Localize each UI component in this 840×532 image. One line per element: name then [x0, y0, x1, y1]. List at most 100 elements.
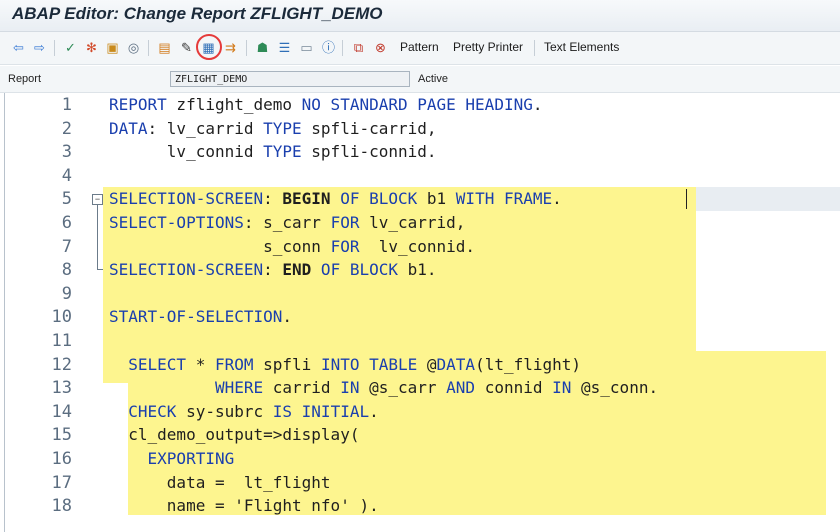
code-token: TYPE	[263, 142, 302, 162]
reset-icon[interactable]: ⊗	[372, 39, 389, 56]
code-token: data = lt_flight	[109, 472, 331, 492]
modules-icon[interactable]: ☗	[254, 39, 271, 56]
object-list-icon[interactable]: ▤	[156, 39, 173, 56]
report-label: Report	[8, 73, 42, 85]
code-token: :	[263, 260, 283, 280]
line-number: 17	[51, 472, 72, 493]
code-token: carrid	[263, 378, 341, 398]
code-editor[interactable]: − 1 REPORT zflight_demo NO STANDARD PAGE …	[0, 93, 840, 532]
code-line[interactable]: EXPORTING	[109, 447, 235, 471]
code-token: IN	[340, 378, 360, 398]
toolbar-separator	[246, 40, 247, 56]
pattern-button[interactable]: Pattern	[400, 40, 439, 54]
code-token: .	[552, 189, 562, 209]
code-line[interactable]: cl_demo_output=>display(	[109, 423, 359, 447]
code-token: BEGIN	[282, 189, 331, 209]
code-token: TYPE	[263, 118, 302, 138]
forward-icon[interactable]: ⇨	[31, 39, 48, 56]
code-token: (lt_flight)	[475, 354, 582, 374]
toolbar-separator	[148, 40, 149, 56]
code-line[interactable]: data = lt_flight	[109, 471, 331, 495]
code-line[interactable]: CHECK sy-subrc IS INITIAL.	[109, 400, 379, 424]
code-token: cl_demo_output=>display(	[109, 425, 360, 445]
report-status: Active	[418, 73, 448, 85]
code-token: SELECTION-SCREEN	[109, 260, 264, 280]
code-token: WITH FRAME	[455, 189, 553, 209]
application-toolbar: ⇦ ⇨ ✓ ✻ ▣ ◎ ▤ ✎ ▦ ⇉ ☗ ☰ ▭ ⓘ ⧉ ⊗ Pattern …	[0, 32, 840, 65]
line-number: 1	[61, 95, 72, 115]
code-token: lv_connid	[109, 142, 264, 162]
code-token: FOR	[330, 236, 360, 256]
code-line[interactable]: WHERE carrid IN @s_carr AND connid IN @s…	[109, 376, 658, 400]
code-token: SELECT	[109, 354, 187, 374]
check-icon[interactable]: ✓	[62, 39, 79, 56]
code-line[interactable]: SELECT * FROM spfli INTO TABLE @DATA(lt_…	[109, 353, 581, 377]
code-token: s_conn	[109, 236, 331, 256]
collapse-icon[interactable]: −	[92, 194, 103, 205]
code-line[interactable]: DATA: lv_carrid TYPE spfli-carrid,	[109, 117, 437, 141]
test-icon[interactable]: ▣	[104, 39, 121, 56]
code-token: name = 'Flight nfo' ).	[109, 496, 379, 516]
line-number: 12	[51, 354, 72, 375]
code-token: .	[282, 307, 293, 327]
activate-icon[interactable]: ✻	[83, 39, 100, 56]
line-number: 16	[51, 449, 72, 469]
code-line[interactable]: lv_connid TYPE spfli-connid.	[109, 140, 437, 164]
gutter-border	[4, 93, 5, 532]
code-line[interactable]: s_conn FOR lv_connid.	[109, 235, 475, 259]
report-header: Report ZFLIGHT_DEMO Active	[0, 66, 840, 93]
code-line[interactable]: name = 'Flight nfo' ).	[109, 494, 379, 518]
code-token: b1.	[398, 260, 437, 280]
back-icon[interactable]: ⇦	[10, 39, 27, 56]
insert-icon[interactable]: ⧉	[350, 39, 367, 56]
code-token: DATA	[109, 118, 148, 138]
line-number: 11	[51, 331, 72, 351]
fold-guide	[97, 205, 98, 269]
where-used-icon[interactable]: ◎	[125, 39, 142, 56]
pretty-printer-button[interactable]: Pretty Printer	[453, 40, 523, 54]
line-number: 14	[51, 401, 72, 422]
title-bar: ABAP Editor: Change Report ZFLIGHT_DEMO	[0, 0, 840, 32]
code-token: : lv_carrid	[147, 118, 264, 138]
frame-icon[interactable]: ▭	[298, 39, 315, 56]
code-line[interactable]: SELECT-OPTIONS: s_carr FOR lv_carrid,	[109, 211, 465, 235]
code-line[interactable]: REPORT zflight_demo NO STANDARD PAGE HEA…	[109, 93, 542, 117]
code-token: spfli-connid.	[301, 142, 437, 162]
code-token: SELECT-OPTIONS	[109, 213, 244, 232]
code-token: lv_carrid,	[359, 213, 466, 232]
code-token: : s_carr	[243, 213, 331, 232]
report-name-field[interactable]: ZFLIGHT_DEMO	[170, 71, 410, 87]
code-line[interactable]: SELECTION-SCREEN: BEGIN OF BLOCK b1 WITH…	[109, 187, 562, 211]
code-token: DATA	[436, 354, 476, 374]
info-icon[interactable]: ⓘ	[320, 39, 337, 56]
code-token: START-OF-SELECTION	[109, 307, 283, 327]
code-token: @s_conn.	[571, 378, 659, 398]
code-token: OF BLOCK	[330, 189, 418, 209]
code-token: sy-subrc	[176, 401, 273, 421]
text-elements-button[interactable]: Text Elements	[544, 40, 619, 54]
fold-guide-end	[97, 269, 103, 270]
code-token: b1	[417, 189, 456, 209]
code-line[interactable]: START-OF-SELECTION.	[109, 305, 292, 329]
line-number: 8	[61, 260, 72, 281]
code-token: @	[417, 354, 437, 374]
code-token: CHECK	[109, 401, 177, 421]
code-token: .	[369, 401, 379, 421]
code-line[interactable]: SELECTION-SCREEN: END OF BLOCK b1.	[109, 258, 437, 282]
highlight-circle-annotation	[196, 34, 222, 60]
line-number: 3	[61, 142, 72, 163]
code-token: @s_carr	[359, 378, 447, 398]
code-token: EXPORTING	[109, 449, 235, 468]
line-number: 10	[51, 307, 72, 328]
align-icon[interactable]: ☰	[276, 39, 293, 56]
code-token: lv_connid.	[359, 236, 476, 256]
code-token: AND	[446, 378, 476, 398]
code-token: FROM	[214, 354, 254, 374]
code-token: INTO TABLE	[320, 354, 418, 374]
line-number: 6	[61, 213, 72, 233]
code-token: spfli-carrid,	[301, 118, 437, 138]
code-token: connid	[475, 378, 553, 398]
toolbar-separator	[342, 40, 343, 56]
hierarchy-icon[interactable]: ⇉	[222, 39, 239, 56]
edit-icon[interactable]: ✎	[178, 39, 195, 56]
